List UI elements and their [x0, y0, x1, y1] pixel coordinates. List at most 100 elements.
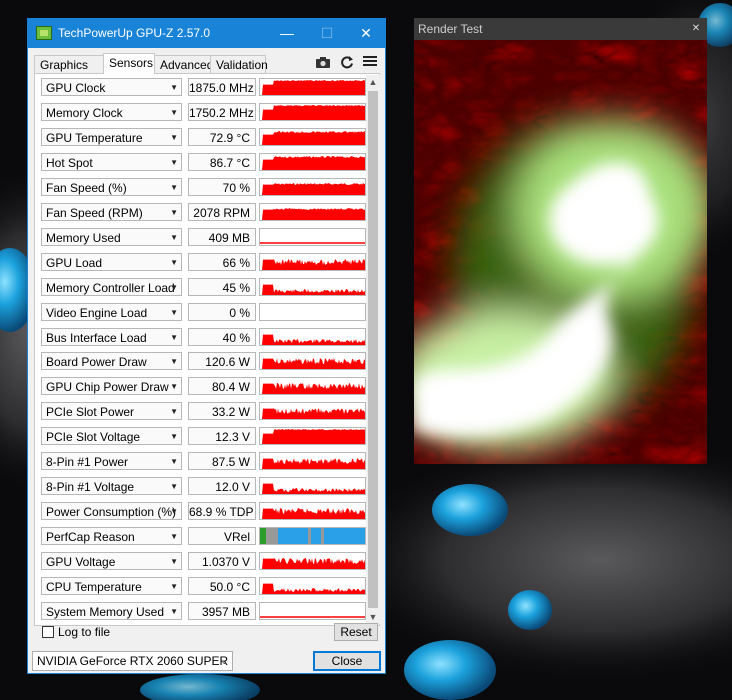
graph-area — [260, 80, 365, 95]
sensor-name-dropdown[interactable]: GPU Load ▼ — [41, 253, 182, 271]
minimize-button[interactable]: — — [267, 19, 307, 48]
graph-area — [260, 408, 365, 419]
graph-plot — [260, 208, 365, 220]
dropdown-arrow-icon: ▼ — [170, 283, 178, 292]
graph-plot — [260, 528, 365, 544]
sensor-value: 12.3 V — [188, 427, 256, 445]
sensor-value: 2078 RPM — [188, 203, 256, 221]
sensor-name: Memory Controller Load — [46, 281, 175, 295]
sensor-name-dropdown[interactable]: CPU Temperature ▼ — [41, 577, 182, 595]
sensor-scrollbar[interactable]: ▲ ▼ — [366, 75, 380, 624]
close-button[interactable]: Close — [313, 651, 381, 671]
graph-area — [260, 558, 365, 569]
sensor-name-dropdown[interactable]: Fan Speed (RPM) ▼ — [41, 203, 182, 221]
title-bar[interactable]: TechPowerUp GPU-Z 2.57.0 — ☐ ✕ — [28, 19, 385, 48]
graph-plot — [260, 156, 365, 170]
menu-icon[interactable] — [361, 55, 379, 71]
dropdown-arrow-icon: ▼ — [170, 482, 178, 491]
tab-graphics-card[interactable]: Graphics Card — [34, 55, 104, 90]
sensor-graph — [259, 78, 366, 96]
refresh-icon[interactable] — [338, 55, 356, 71]
gpu-select-dropdown[interactable]: NVIDIA GeForce RTX 2060 SUPER ⌄ — [32, 651, 233, 671]
sensor-name-dropdown[interactable]: GPU Chip Power Draw ▼ — [41, 377, 182, 395]
graph-plot — [260, 131, 365, 145]
sensor-graph — [259, 203, 366, 221]
sensor-value: 72.9 °C — [188, 128, 256, 146]
graph-area — [260, 583, 365, 594]
sensor-name: PerfCap Reason — [46, 530, 135, 544]
sensor-graph — [259, 103, 366, 121]
scroll-up-icon[interactable]: ▲ — [366, 77, 380, 87]
sensor-graph — [259, 377, 366, 395]
sensor-name: CPU Temperature — [46, 580, 142, 594]
sensor-name: Bus Interface Load — [46, 331, 147, 345]
sensor-value: 409 MB — [188, 228, 256, 246]
sensor-value: 1.0370 V — [188, 552, 256, 570]
sensor-name-dropdown[interactable]: Hot Spot ▼ — [41, 153, 182, 171]
tab-strip: Graphics Card Sensors Advanced Validatio… — [34, 53, 379, 90]
tab-sensors[interactable]: Sensors — [103, 53, 155, 74]
sensor-name-dropdown[interactable]: PerfCap Reason ▼ — [41, 527, 182, 545]
dropdown-arrow-icon: ▼ — [170, 532, 178, 541]
dropdown-arrow-icon: ▼ — [170, 233, 178, 242]
sensor-graph — [259, 502, 366, 520]
sensor-name: GPU Load — [46, 256, 103, 270]
scrollbar-thumb[interactable] — [368, 91, 378, 608]
sensor-name-dropdown[interactable]: Memory Used ▼ — [41, 228, 182, 246]
dropdown-arrow-icon: ▼ — [170, 382, 178, 391]
graph-plot — [260, 358, 365, 369]
graph-plot — [260, 183, 365, 195]
sensor-name-dropdown[interactable]: Memory Clock ▼ — [41, 103, 182, 121]
log-to-file-label: Log to file — [58, 625, 111, 639]
log-to-file-checkbox[interactable] — [42, 626, 54, 638]
sensor-name-dropdown[interactable]: Fan Speed (%) ▼ — [41, 178, 182, 196]
close-window-button[interactable]: ✕ — [346, 19, 386, 48]
sensor-name-dropdown[interactable]: Video Engine Load ▼ — [41, 303, 182, 321]
sensor-value: 45 % — [188, 278, 256, 296]
sensor-name-dropdown[interactable]: Memory Controller Load ▼ — [41, 278, 182, 296]
sensor-name-dropdown[interactable]: Board Power Draw ▼ — [41, 352, 182, 370]
maximize-button: ☐ — [320, 25, 334, 41]
sensor-value: 12.0 V — [188, 477, 256, 495]
sensor-graph — [259, 602, 366, 620]
sensor-name-dropdown[interactable]: PCIe Slot Voltage ▼ — [41, 427, 182, 445]
sensor-name: 8-Pin #1 Voltage — [46, 480, 135, 494]
sensor-name: Memory Clock — [46, 106, 123, 120]
render-test-close-icon[interactable]: ✕ — [685, 18, 707, 40]
tab-validation[interactable]: Validation — [210, 55, 268, 73]
graph-plot — [260, 242, 365, 244]
dropdown-arrow-icon: ▼ — [170, 457, 178, 466]
tab-advanced[interactable]: Advanced — [154, 55, 213, 73]
graph-plot — [260, 383, 365, 394]
render-test-window: Render Test ✕ — [414, 18, 707, 464]
perfcap-segment — [260, 528, 266, 544]
graph-area — [260, 156, 365, 170]
dropdown-arrow-icon: ▼ — [170, 108, 178, 117]
camera-icon[interactable] — [314, 55, 332, 71]
dropdown-arrow-icon: ▼ — [170, 432, 178, 441]
sensor-value: 87.5 W — [188, 452, 256, 470]
render-canvas — [414, 40, 707, 464]
sensors-panel: GPU Clock ▼ 1875.0 MHz Memory Clock ▼ 1750.2 … — [34, 73, 380, 626]
scroll-down-icon[interactable]: ▼ — [366, 612, 380, 622]
sensor-name-dropdown[interactable]: GPU Voltage ▼ — [41, 552, 182, 570]
sensor-name-dropdown[interactable]: GPU Clock ▼ — [41, 78, 182, 96]
sensor-name-dropdown[interactable]: Power Consumption (%) ▼ — [41, 502, 182, 520]
sensor-name-dropdown[interactable]: GPU Temperature ▼ — [41, 128, 182, 146]
sensor-name-dropdown[interactable]: PCIe Slot Power ▼ — [41, 402, 182, 420]
sensor-graph — [259, 303, 366, 321]
sensor-name: GPU Clock — [46, 81, 106, 95]
sensor-name: Power Consumption (%) — [46, 505, 177, 519]
sensor-name-dropdown[interactable]: System Memory Used ▼ — [41, 602, 182, 620]
sensor-graph — [259, 452, 366, 470]
sensor-name-dropdown[interactable]: Bus Interface Load ▼ — [41, 328, 182, 346]
sensor-name: PCIe Slot Voltage — [46, 430, 141, 444]
chevron-down-icon: ⌄ — [220, 656, 228, 666]
graph-area — [260, 105, 365, 120]
sensor-name-dropdown[interactable]: 8-Pin #1 Voltage ▼ — [41, 477, 182, 495]
sensor-name-dropdown[interactable]: 8-Pin #1 Power ▼ — [41, 452, 182, 470]
reset-button[interactable]: Reset — [334, 623, 378, 641]
dropdown-arrow-icon: ▼ — [170, 83, 178, 92]
render-test-title-bar[interactable]: Render Test ✕ — [414, 18, 707, 40]
sensor-value: 80.4 W — [188, 377, 256, 395]
